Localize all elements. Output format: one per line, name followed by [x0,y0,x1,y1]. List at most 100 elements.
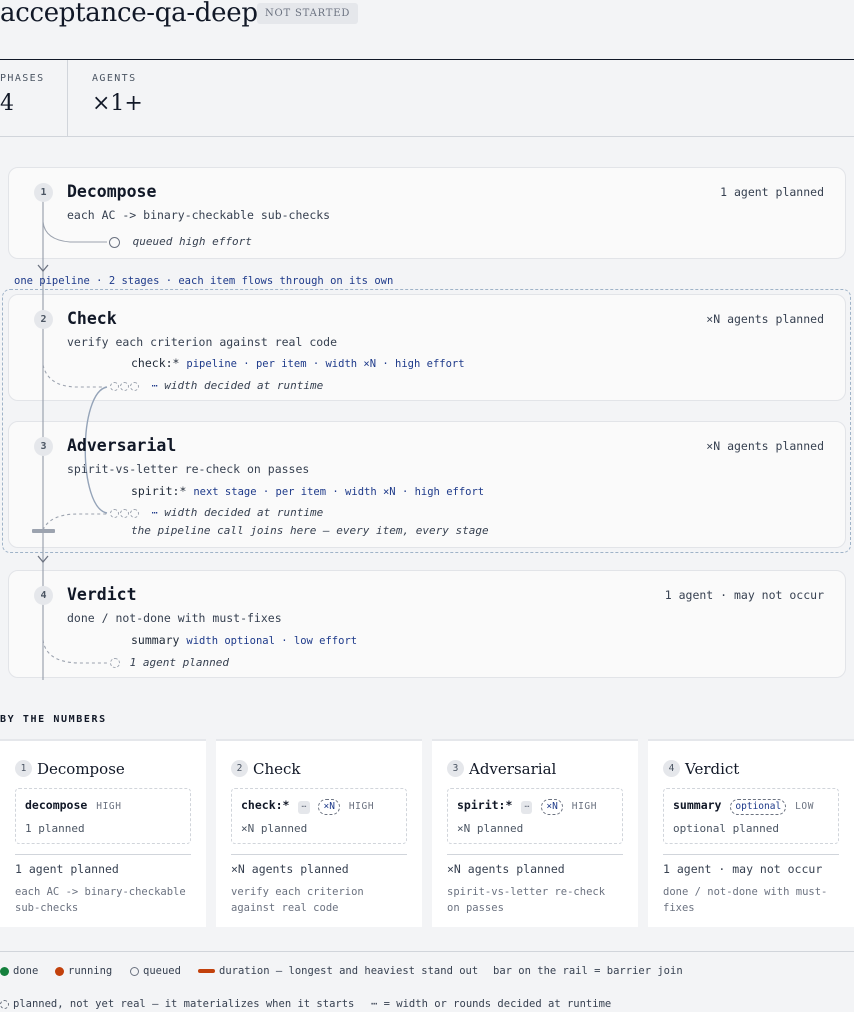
planned-slot-icon [130,381,139,391]
legend-done: done [0,965,38,977]
card-divider [663,854,839,855]
agent-details: next stage · per item · width ×N · high … [193,486,485,498]
queued-icon [109,236,120,248]
queued-ring-icon [130,966,139,976]
number-card-verdict: 4 Verdict summary optional LOW optional p… [648,739,854,927]
planned-slot-icon [130,508,139,518]
planned-count: optional planned [673,822,779,835]
pipeline-caption: one pipeline · 2 stages · each item flow… [14,275,394,287]
agent-row[interactable]: check:* pipeline · per item · width ×N ·… [131,356,465,370]
phase-number: 1 [15,760,32,777]
agent-name: check:* [241,798,290,812]
card-summary: 1 agent planned [15,862,119,876]
phase-description: verify each criterion against real code [67,335,338,349]
card-description: each AC -> binary-checkable sub-checks [15,886,186,914]
legend-planned: planned, not yet real — it materializes … [0,998,354,1010]
effort-tag: HIGH [571,801,598,812]
card-title: Decompose [37,759,125,778]
planned-count: ×N planned [457,822,524,835]
planned-ring-icon [0,999,9,1009]
runtime-note: width decided at runtime [164,506,324,519]
ellipsis-icon: ⋯ [521,801,533,814]
agent-box[interactable]: decompose HIGH 1 planned [15,788,191,844]
ellipsis-icon: ⋯ [151,381,158,392]
card-description: verify each criterion against real code [231,886,364,914]
legend-label: running [68,965,113,977]
planned-note: 1 agent planned [129,656,229,669]
phase-number: 2 [231,760,248,777]
ellipsis-icon: ⋯ [151,508,158,519]
phase-title: Check [67,309,117,328]
number-card-decompose: 1 Decompose decompose HIGH 1 planned 1 ag… [0,739,206,927]
join-note: the pipeline call joins here — every ite… [131,524,489,537]
planned-count: 1 planned [25,822,85,835]
legend-divider [0,951,854,952]
card-summary: 1 agent · may not occur [663,862,823,876]
effort-tag: HIGH [96,801,122,812]
card-divider [447,854,623,855]
done-dot-icon [0,966,9,976]
effort-tag: HIGH [348,801,375,812]
barrier-join-bar [32,529,55,533]
phase-number: 3 [447,760,464,777]
phase-agent-count: 1 agent · may not occur [664,588,824,602]
planned-agent-row: 1 agent planned [110,656,229,669]
phase-description: spirit-vs-letter re-check on passes [67,462,310,476]
agent-name: check:* [131,356,180,370]
card-summary: ×N agents planned [231,862,349,876]
phase-number: 4 [34,586,53,605]
legend-label: bar on the rail = barrier join [493,965,683,977]
phase-description: each AC -> binary-checkable sub-checks [67,208,331,222]
card-title: Verdict [685,759,740,778]
planned-slot-icon [110,508,119,518]
ellipsis-icon: ⋯ [298,801,310,814]
legend-label: done [13,965,39,977]
planned-slot-icon [120,508,129,518]
phase-number: 4 [663,760,680,777]
card-summary: ×N agents planned [447,862,565,876]
runtime-width-row: ⋯ width decided at runtime [110,379,323,392]
number-card-adversarial: 3 Adversarial spirit:* ⋯ ×N HIGH ×N plann… [432,739,638,927]
phase-agent-count: 1 agent planned [720,185,824,199]
agent-name: spirit:* [131,484,187,498]
agent-name: summary [131,633,180,647]
card-divider [231,854,407,855]
legend-duration: duration — longest and heaviest stand ou… [198,965,478,977]
runtime-note: width decided at runtime [164,379,324,392]
card-description: done / not-done with must-fixes [663,886,828,914]
card-divider [15,854,191,855]
connector-verdict [42,639,107,664]
phase-title: Adversarial [67,436,177,455]
planned-count: ×N planned [241,822,308,835]
legend-label: planned, not yet real — it materializes … [13,998,355,1010]
phase-number: 1 [34,183,53,202]
width-pill: optional [730,799,787,815]
agent-queued-row[interactable]: queued high effort [109,235,252,248]
width-pill: ×N [318,799,340,815]
agent-row[interactable]: summary width optional · low effort [131,633,357,647]
agent-box[interactable]: spirit:* ⋯ ×N HIGH ×N planned [447,788,623,844]
phase-number: 2 [34,310,53,329]
phase-description: done / not-done with must-fixes [67,611,282,625]
legend-queued: queued [130,965,181,977]
card-title: Check [253,759,301,778]
connector-check [42,364,107,388]
agent-details: width optional · low effort [186,635,358,647]
legend-label: queued [143,965,181,977]
agent-name: spirit:* [457,798,513,812]
connector-decompose [42,221,107,243]
planned-slot-icon [120,381,129,391]
connector-adversarial [42,513,107,531]
phase-number: 3 [34,437,53,456]
legend-label: duration — longest and heaviest stand ou… [219,965,479,977]
phase-agent-count: ×N agents planned [706,312,824,326]
agent-box[interactable]: check:* ⋯ ×N HIGH ×N planned [231,788,407,844]
legend-label: ⋯ = width or rounds decided at runtime [371,998,612,1010]
numbers-heading: BY THE NUMBERS [0,714,107,725]
agent-row[interactable]: spirit:* next stage · per item · width ×… [131,484,484,498]
agent-box[interactable]: summary optional LOW optional planned [663,788,839,844]
agent-name: decompose [25,798,88,812]
legend-running: running [55,965,112,977]
planned-icon [110,658,120,668]
phase-title: Decompose [67,182,157,201]
